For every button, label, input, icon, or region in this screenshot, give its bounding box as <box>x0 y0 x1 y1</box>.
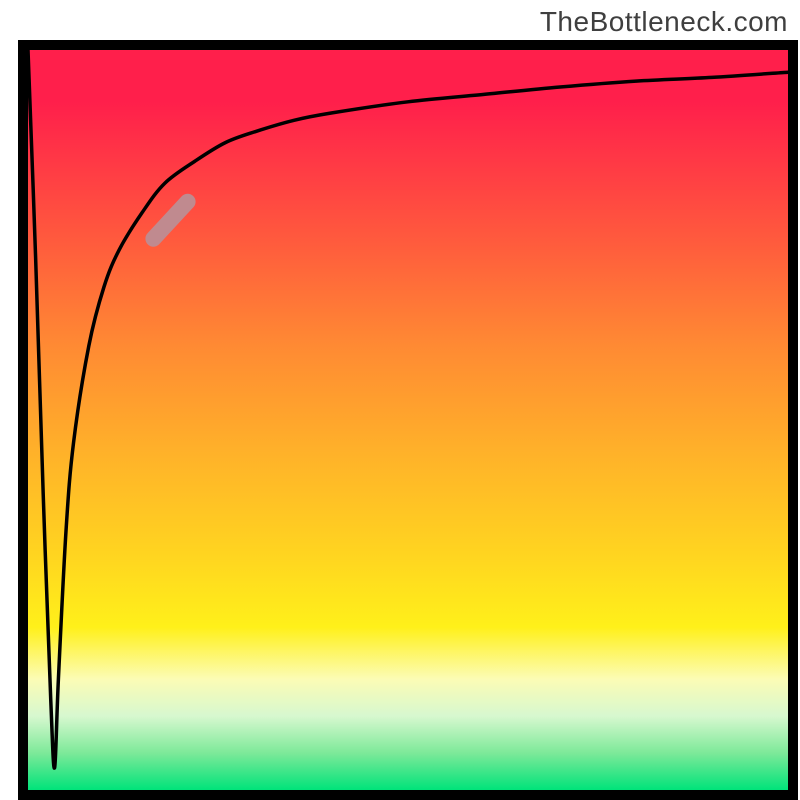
chart-stage: TheBottleneck.com <box>0 0 800 800</box>
bottleneck-curve <box>28 50 788 768</box>
curve-layer <box>28 50 788 790</box>
attribution-text: TheBottleneck.com <box>540 6 788 38</box>
plot-frame <box>18 40 798 800</box>
highlight-segment <box>153 202 187 239</box>
